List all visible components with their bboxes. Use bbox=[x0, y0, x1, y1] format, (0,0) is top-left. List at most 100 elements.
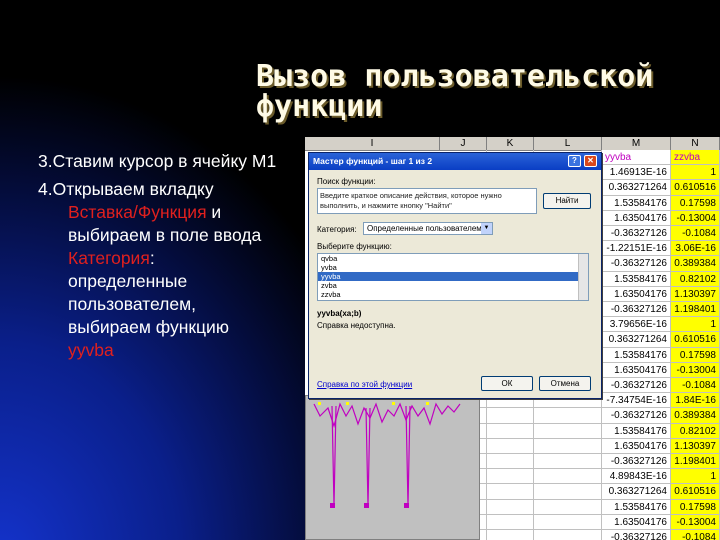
function-signature: yyvba(xa;b) bbox=[317, 309, 362, 318]
cell-m[interactable]: -0.36327126 bbox=[602, 226, 671, 242]
category-select[interactable]: Определенные пользователем ▼ bbox=[363, 222, 493, 235]
cell-m[interactable]: 1.63504176 bbox=[602, 286, 671, 302]
cell-n[interactable]: 0.17598 bbox=[671, 499, 720, 515]
empty-cell[interactable] bbox=[534, 499, 602, 515]
cell-n[interactable]: 1.84E-16 bbox=[671, 393, 720, 409]
cell-n[interactable]: 0.82102 bbox=[671, 271, 720, 287]
cell-m[interactable]: 1.63504176 bbox=[602, 514, 671, 530]
cell-m[interactable]: -0.36327126 bbox=[602, 256, 671, 272]
function-list-item[interactable]: zvba bbox=[318, 281, 588, 290]
cell-n[interactable]: -0.13004 bbox=[671, 210, 720, 226]
cell-m[interactable]: -0.36327126 bbox=[602, 530, 671, 540]
empty-cell[interactable] bbox=[487, 469, 534, 485]
empty-cell[interactable] bbox=[487, 484, 534, 500]
column-header-j[interactable]: J bbox=[440, 137, 487, 150]
cell-n[interactable]: 1 bbox=[671, 165, 720, 181]
cell-n[interactable]: 0.389384 bbox=[671, 256, 720, 272]
function-name-text: yyvba bbox=[68, 340, 114, 360]
dialog-titlebar[interactable]: Мастер функций - шаг 1 из 2 ? ✕ bbox=[309, 153, 601, 170]
chevron-down-icon[interactable]: ▼ bbox=[481, 223, 492, 234]
empty-cell[interactable] bbox=[487, 514, 534, 530]
ok-button[interactable]: ОК bbox=[481, 376, 533, 391]
function-list-item[interactable]: yvba bbox=[318, 263, 588, 272]
column-header-i[interactable]: I bbox=[305, 137, 440, 150]
cell-m[interactable]: 3.79656E-16 bbox=[602, 317, 671, 333]
cell-n[interactable]: 1 bbox=[671, 469, 720, 485]
cell-m[interactable]: 1.63504176 bbox=[602, 362, 671, 378]
empty-cell[interactable] bbox=[487, 499, 534, 515]
cell-n[interactable]: 1.130397 bbox=[671, 286, 720, 302]
cell-n[interactable]: 1.198401 bbox=[671, 302, 720, 318]
cell-m[interactable]: -0.36327126 bbox=[602, 378, 671, 394]
empty-cell[interactable] bbox=[534, 469, 602, 485]
find-button[interactable]: Найти bbox=[543, 193, 591, 209]
cell-n[interactable]: 1.130397 bbox=[671, 438, 720, 454]
empty-cell[interactable] bbox=[487, 454, 534, 470]
cell-m[interactable]: 1.53584176 bbox=[602, 347, 671, 363]
empty-cell[interactable] bbox=[487, 438, 534, 454]
function-list-item[interactable]: qvba bbox=[318, 254, 588, 263]
cell-m[interactable]: 4.89843E-16 bbox=[602, 469, 671, 485]
list-scrollbar[interactable] bbox=[578, 254, 588, 300]
help-button[interactable]: ? bbox=[568, 155, 581, 167]
step-3-text: Ставим курсор в ячейку М1 bbox=[52, 151, 277, 171]
cell-n[interactable]: 1.198401 bbox=[671, 454, 720, 470]
cell-n[interactable]: 0.82102 bbox=[671, 423, 720, 439]
column-header-n[interactable]: N bbox=[671, 137, 720, 150]
empty-cell[interactable] bbox=[487, 408, 534, 424]
cell-m[interactable]: 1.53584176 bbox=[602, 271, 671, 287]
empty-cell[interactable] bbox=[534, 438, 602, 454]
column-header-l[interactable]: L bbox=[534, 137, 602, 150]
cell-m[interactable]: -0.36327126 bbox=[602, 302, 671, 318]
close-button[interactable]: ✕ bbox=[584, 155, 597, 167]
empty-cell[interactable] bbox=[487, 530, 534, 540]
empty-cell[interactable] bbox=[534, 530, 602, 540]
cell-n[interactable]: -0.13004 bbox=[671, 514, 720, 530]
cell-m[interactable]: 1.63504176 bbox=[602, 438, 671, 454]
function-help-link[interactable]: Справка по этой функции bbox=[317, 380, 412, 389]
cell-n[interactable]: 0.610516 bbox=[671, 180, 720, 196]
cell-m[interactable]: 0.363271264 bbox=[602, 484, 671, 500]
cell-m-header[interactable]: yyvba bbox=[602, 150, 671, 166]
search-input[interactable]: Введите краткое описание действия, котор… bbox=[317, 188, 537, 214]
empty-cell[interactable] bbox=[534, 454, 602, 470]
function-list-item[interactable]: yyvba bbox=[318, 272, 588, 281]
cell-n[interactable]: -0.1084 bbox=[671, 378, 720, 394]
empty-cell[interactable] bbox=[534, 484, 602, 500]
embedded-chart[interactable] bbox=[305, 395, 480, 540]
category-label: Категория: bbox=[317, 225, 357, 234]
empty-cell[interactable] bbox=[487, 423, 534, 439]
cell-n[interactable]: 0.17598 bbox=[671, 347, 720, 363]
cell-n[interactable]: 0.610516 bbox=[671, 484, 720, 500]
cell-n[interactable]: -0.1084 bbox=[671, 226, 720, 242]
column-header-k[interactable]: K bbox=[487, 137, 534, 150]
cell-n[interactable]: 0.610516 bbox=[671, 332, 720, 348]
cell-n[interactable]: 1 bbox=[671, 317, 720, 333]
cell-m[interactable]: 1.46913E-16 bbox=[602, 165, 671, 181]
cell-m[interactable]: 1.53584176 bbox=[602, 195, 671, 211]
cell-m[interactable]: 1.53584176 bbox=[602, 499, 671, 515]
cell-m[interactable]: -7.34754E-16 bbox=[602, 393, 671, 409]
cell-n-header[interactable]: zzvba bbox=[671, 150, 720, 166]
chart-plot bbox=[313, 402, 461, 508]
cell-n[interactable]: 0.389384 bbox=[671, 408, 720, 424]
cell-n[interactable]: 3.06E-16 bbox=[671, 241, 720, 257]
cell-n[interactable]: -0.1084 bbox=[671, 530, 720, 540]
cell-m[interactable]: 0.363271264 bbox=[602, 332, 671, 348]
cell-m[interactable]: -0.36327126 bbox=[602, 408, 671, 424]
cancel-button[interactable]: Отмена bbox=[539, 376, 591, 391]
function-wizard-dialog: Мастер функций - шаг 1 из 2 ? ✕ Поиск фу… bbox=[308, 152, 602, 399]
column-header-m[interactable]: M bbox=[602, 137, 671, 150]
empty-cell[interactable] bbox=[534, 423, 602, 439]
cell-n[interactable]: -0.13004 bbox=[671, 362, 720, 378]
cell-m[interactable]: -0.36327126 bbox=[602, 454, 671, 470]
cell-m[interactable]: -1.22151E-16 bbox=[602, 241, 671, 257]
cell-m[interactable]: 0.363271264 bbox=[602, 180, 671, 196]
empty-cell[interactable] bbox=[534, 514, 602, 530]
cell-m[interactable]: 1.53584176 bbox=[602, 423, 671, 439]
function-list-item[interactable]: zzvba bbox=[318, 290, 588, 299]
function-list[interactable]: qvba yvba yyvba zvba zzvba bbox=[317, 253, 589, 301]
cell-n[interactable]: 0.17598 bbox=[671, 195, 720, 211]
empty-cell[interactable] bbox=[534, 408, 602, 424]
cell-m[interactable]: 1.63504176 bbox=[602, 210, 671, 226]
